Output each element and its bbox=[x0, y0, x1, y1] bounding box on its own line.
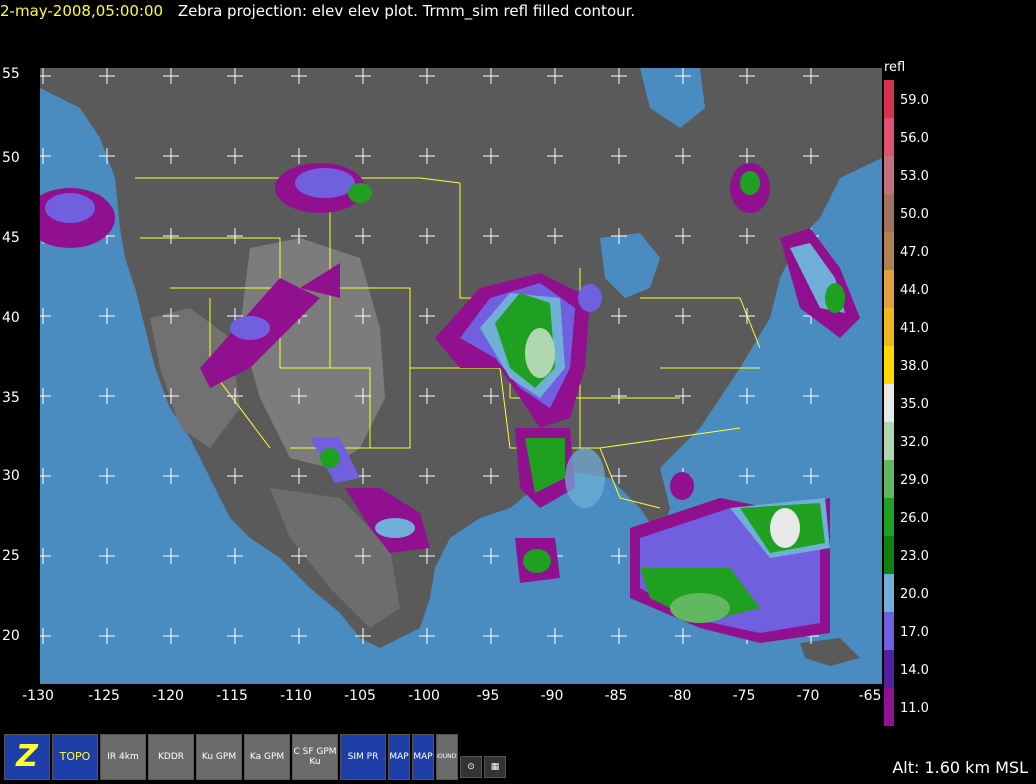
colorbar-label: 20.0 bbox=[900, 587, 929, 602]
colorbar-segment bbox=[884, 194, 894, 232]
colorbar-segment bbox=[884, 688, 894, 726]
colorbar-segment bbox=[884, 346, 894, 384]
zebra-logo-button[interactable]: Z bbox=[4, 734, 50, 780]
plot-time: 2-may-2008,05:00:00 bbox=[0, 2, 164, 20]
x-tick-label: -110 bbox=[280, 688, 312, 704]
ku-gpm-button[interactable]: Ku GPM bbox=[196, 734, 242, 780]
x-tick-label: -75 bbox=[732, 688, 756, 704]
colorbar-label: 38.0 bbox=[900, 359, 929, 374]
sim-pr-button[interactable]: SIM PR bbox=[340, 734, 386, 780]
x-tick-label: -85 bbox=[604, 688, 628, 704]
colorbar-segment bbox=[884, 156, 894, 194]
colorbar-segment bbox=[884, 232, 894, 270]
colorbar-segment bbox=[884, 460, 894, 498]
plot-title: 2-may-2008,05:00:00 Zebra projection: el… bbox=[0, 2, 635, 20]
x-tick-label: -105 bbox=[344, 688, 376, 704]
topo-button[interactable]: TOPO bbox=[52, 734, 98, 780]
y-tick-label: 25 bbox=[2, 548, 20, 564]
map-canvas bbox=[40, 68, 882, 666]
y-tick-label: 30 bbox=[2, 468, 20, 484]
colorbar-label: 26.0 bbox=[900, 511, 929, 526]
map-button-1[interactable]: MAP bbox=[388, 734, 410, 780]
x-tick-label: -100 bbox=[408, 688, 440, 704]
ir-4km-button[interactable]: IR 4km bbox=[100, 734, 146, 780]
colorbar-segment bbox=[884, 308, 894, 346]
y-tick-label: 35 bbox=[2, 390, 20, 406]
x-tick-label: -90 bbox=[540, 688, 564, 704]
target-icon[interactable]: ⊙ bbox=[460, 756, 482, 778]
colorbar-segment bbox=[884, 574, 894, 612]
colorbar-segment bbox=[884, 80, 894, 118]
y-tick-label: 55 bbox=[2, 66, 20, 82]
bounds-button[interactable]: BOUNDS bbox=[436, 734, 458, 780]
colorbar-title: refl bbox=[884, 60, 906, 75]
colorbar-segment bbox=[884, 270, 894, 308]
toolbar: Z TOPO IR 4km KDDR Ku GPM Ka GPM C SF GP… bbox=[4, 734, 506, 780]
x-tick-label: -130 bbox=[22, 688, 54, 704]
colorbar-label: 44.0 bbox=[900, 283, 929, 298]
plot-description: Zebra projection: elev elev plot. Trmm_s… bbox=[177, 2, 636, 20]
colorbar-label: 50.0 bbox=[900, 207, 929, 222]
colorbar-label: 23.0 bbox=[900, 549, 929, 564]
map-button-2[interactable]: MAP bbox=[412, 734, 434, 780]
ka-gpm-button[interactable]: Ka GPM bbox=[244, 734, 290, 780]
x-tick-label: -95 bbox=[476, 688, 500, 704]
c-sf-gpm-ku-button[interactable]: C SF GPM Ku bbox=[292, 734, 338, 780]
colorbar-segment bbox=[884, 384, 894, 422]
colorbar-label: 59.0 bbox=[900, 93, 929, 108]
grid-icon[interactable]: ▦ bbox=[484, 756, 506, 778]
colorbar-segment bbox=[884, 650, 894, 688]
colorbar-segment bbox=[884, 612, 894, 650]
colorbar-segment bbox=[884, 422, 894, 460]
colorbar-segment bbox=[884, 498, 894, 536]
y-tick-label: 40 bbox=[2, 310, 20, 326]
colorbar-segment bbox=[884, 536, 894, 574]
x-tick-label: -120 bbox=[152, 688, 184, 704]
hispaniola bbox=[800, 638, 860, 666]
x-tick-label: -115 bbox=[216, 688, 248, 704]
x-tick-label: -125 bbox=[88, 688, 120, 704]
altitude-readout: Alt: 1.60 km MSL bbox=[892, 758, 1028, 777]
colorbar bbox=[884, 80, 894, 726]
kddr-button[interactable]: KDDR bbox=[148, 734, 194, 780]
map-plot-area[interactable] bbox=[40, 68, 882, 684]
colorbar-label: 32.0 bbox=[900, 435, 929, 450]
colorbar-label: 35.0 bbox=[900, 397, 929, 412]
colorbar-label: 11.0 bbox=[900, 701, 929, 716]
x-tick-label: -70 bbox=[796, 688, 820, 704]
colorbar-label: 47.0 bbox=[900, 245, 929, 260]
colorbar-label: 56.0 bbox=[900, 131, 929, 146]
x-tick-label: -80 bbox=[668, 688, 692, 704]
y-tick-label: 45 bbox=[2, 230, 20, 246]
colorbar-segment bbox=[884, 118, 894, 156]
colorbar-label: 53.0 bbox=[900, 169, 929, 184]
colorbar-label: 14.0 bbox=[900, 663, 929, 678]
colorbar-label: 29.0 bbox=[900, 473, 929, 488]
y-tick-label: 20 bbox=[2, 628, 20, 644]
colorbar-label: 41.0 bbox=[900, 321, 929, 336]
colorbar-label: 17.0 bbox=[900, 625, 929, 640]
y-tick-label: 50 bbox=[2, 150, 20, 166]
